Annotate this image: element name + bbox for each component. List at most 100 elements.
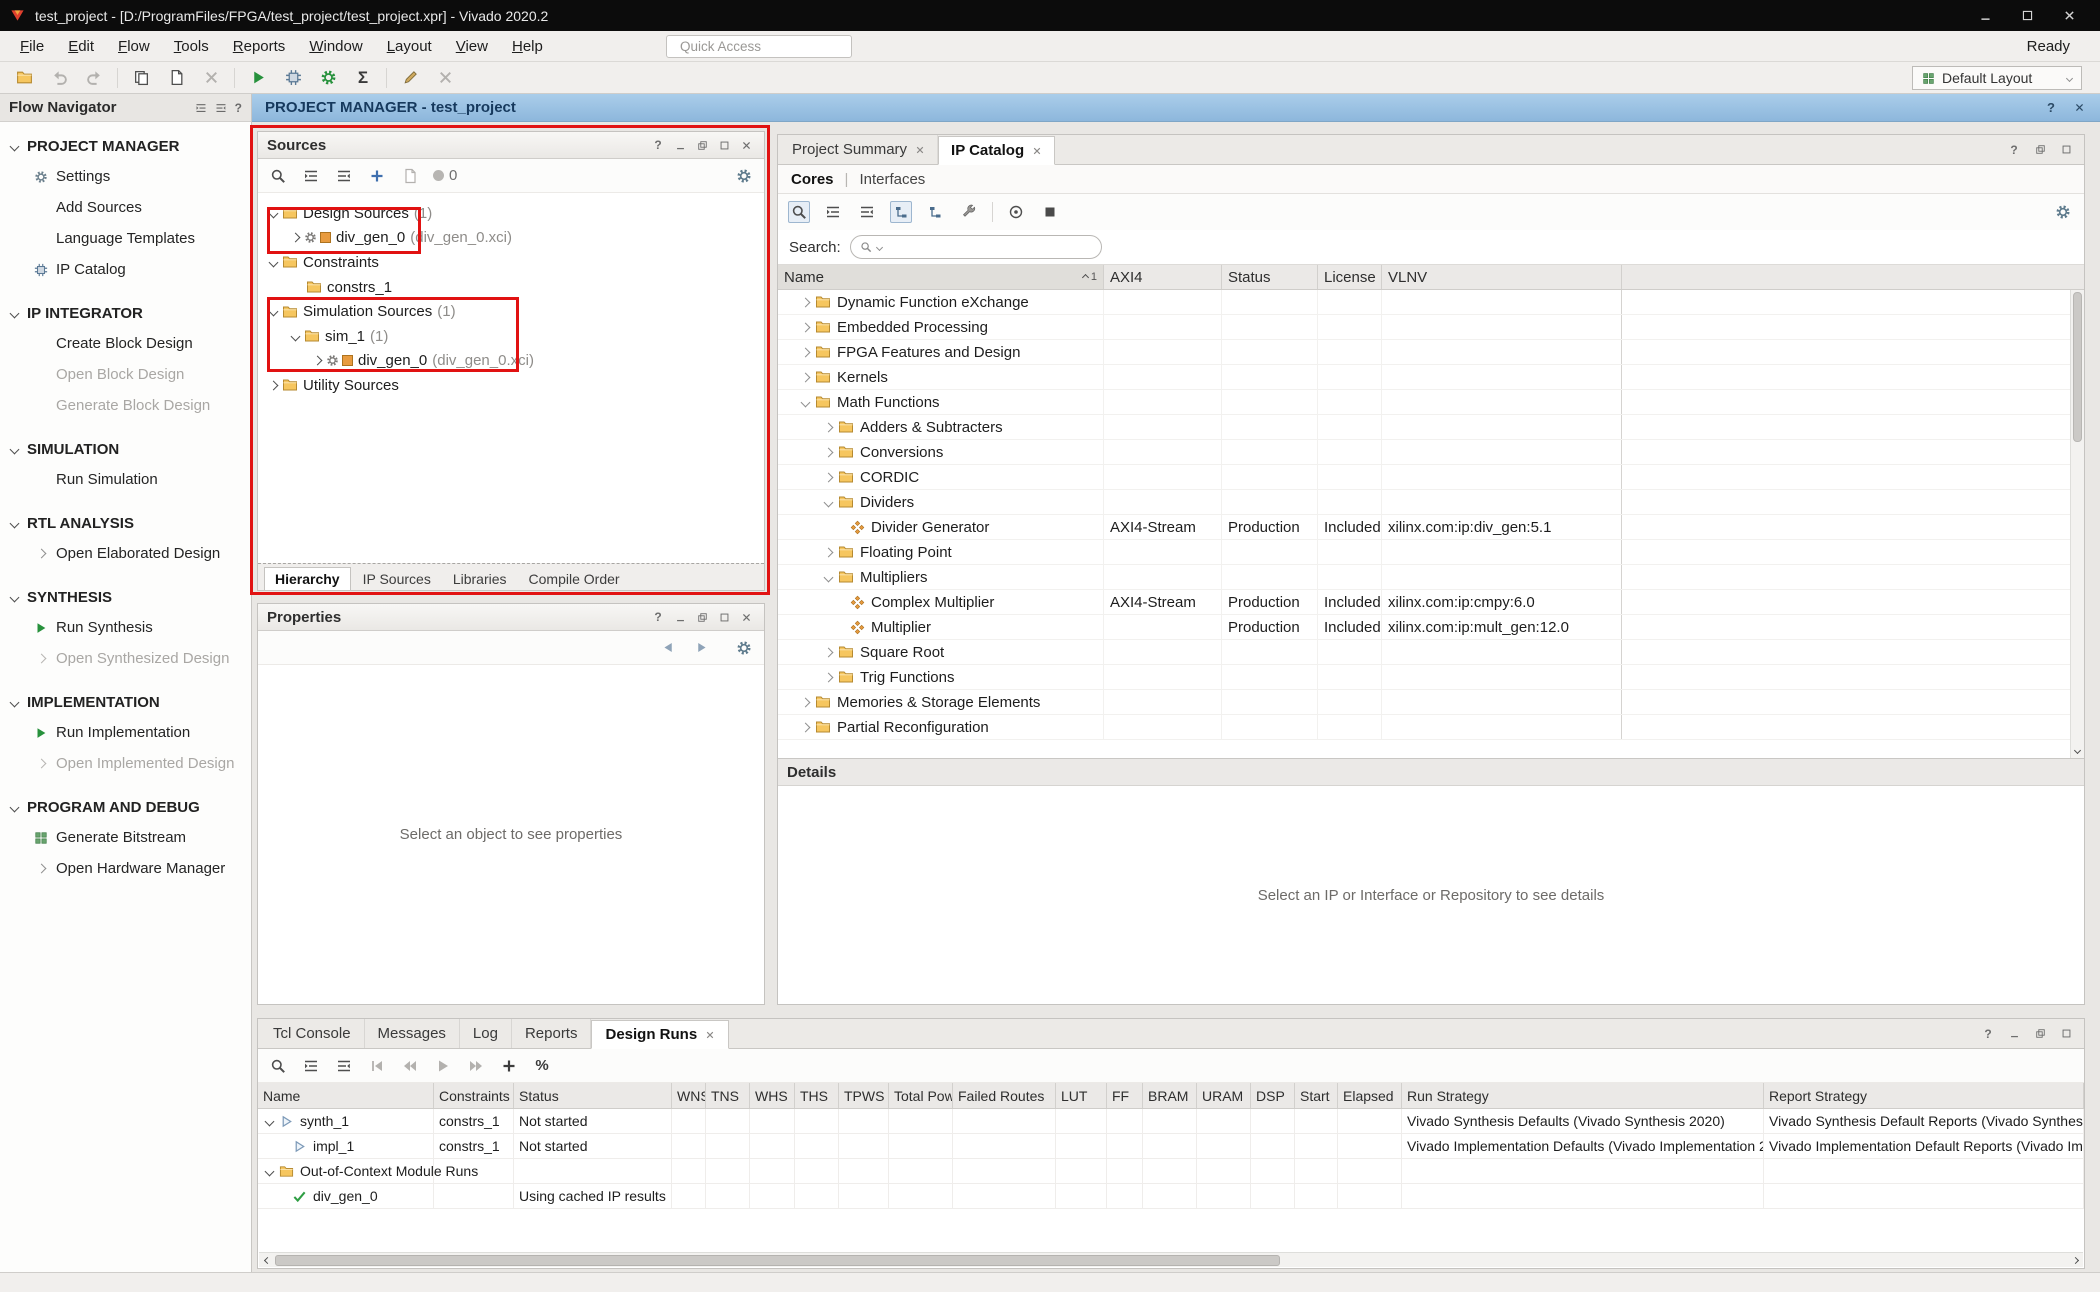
close-tab-icon[interactable] xyxy=(1032,146,1042,156)
repository-view-icon[interactable] xyxy=(924,201,946,223)
menu-edit[interactable]: Edit xyxy=(56,34,106,59)
column-header-axi4[interactable]: AXI4 xyxy=(1104,265,1222,289)
menu-flow[interactable]: Flow xyxy=(106,34,162,59)
tree-item-sim-div-gen-0[interactable]: div_gen_0 (div_gen_0.xci) xyxy=(258,349,764,374)
column-header-whs[interactable]: WHS xyxy=(750,1083,795,1108)
ip-block-icon[interactable] xyxy=(1039,201,1061,223)
collapse-all-icon[interactable] xyxy=(195,102,207,114)
context-help-button[interactable]: ? xyxy=(2043,100,2059,115)
program-device-button[interactable] xyxy=(281,66,305,90)
flow-section-header-ip-integrator[interactable]: IP INTEGRATOR xyxy=(0,299,251,328)
fast-back-icon[interactable] xyxy=(400,1056,420,1076)
add-sources-icon[interactable] xyxy=(367,166,387,186)
flow-section-header-project-manager[interactable]: PROJECT MANAGER xyxy=(0,132,251,161)
scrollbar-thumb[interactable] xyxy=(2073,292,2082,442)
scroll-right-arrow[interactable] xyxy=(2067,1253,2083,1268)
chevron-down-icon[interactable] xyxy=(265,1116,275,1126)
window-maximize-button[interactable] xyxy=(2006,0,2048,31)
expand-all-icon[interactable] xyxy=(215,102,227,114)
sidebar-item-language-templates[interactable]: Language Templates xyxy=(0,223,251,254)
horizontal-scrollbar[interactable] xyxy=(259,1252,2083,1267)
help-icon[interactable]: ? xyxy=(649,137,667,154)
column-header-status[interactable]: Status xyxy=(1222,265,1318,289)
ip-row-embedded-processing[interactable]: Embedded Processing xyxy=(778,315,2084,340)
catalog-scrollbar[interactable] xyxy=(2070,290,2084,758)
scroll-down-arrow[interactable] xyxy=(2071,744,2084,757)
maximize-icon[interactable] xyxy=(2057,141,2075,158)
column-header-status[interactable]: Status xyxy=(514,1083,672,1108)
flow-section-header-simulation[interactable]: SIMULATION xyxy=(0,435,251,464)
expand-all-icon[interactable] xyxy=(334,1056,354,1076)
chevron-down-icon[interactable] xyxy=(269,208,279,218)
help-icon[interactable]: ? xyxy=(1979,1025,1997,1042)
close-icon[interactable] xyxy=(737,609,755,626)
ip-row-kernels[interactable]: Kernels xyxy=(778,365,2084,390)
tree-item-simulation-sources[interactable]: Simulation Sources (1) xyxy=(258,299,764,324)
chevron-right-icon[interactable] xyxy=(801,297,811,307)
column-header-bram[interactable]: BRAM xyxy=(1143,1083,1197,1108)
column-header-vlnv[interactable]: VLNV xyxy=(1382,265,1622,289)
forward-arrow-icon[interactable] xyxy=(691,638,711,658)
create-run-icon[interactable] xyxy=(499,1056,519,1076)
column-header-tns[interactable]: TNS xyxy=(706,1083,750,1108)
context-close-button[interactable] xyxy=(2071,102,2087,113)
float-icon[interactable] xyxy=(2031,141,2049,158)
chevron-right-icon[interactable] xyxy=(824,647,834,657)
run-row-out-of-context[interactable]: Out-of-Context Module Runs xyxy=(258,1159,2084,1184)
ip-row-conversions[interactable]: Conversions xyxy=(778,440,2084,465)
chevron-down-icon[interactable] xyxy=(824,497,834,507)
search-icon[interactable] xyxy=(268,166,288,186)
tab-messages[interactable]: Messages xyxy=(365,1019,460,1048)
chevron-right-icon[interactable] xyxy=(801,322,811,332)
close-tab-icon[interactable] xyxy=(705,1030,715,1040)
menu-help[interactable]: Help xyxy=(500,34,555,59)
sidebar-item-run-simulation[interactable]: Run Simulation xyxy=(0,464,251,495)
run-row-impl-1[interactable]: impl_1 constrs_1 Not started Vivado Impl… xyxy=(258,1134,2084,1159)
scrollbar-track[interactable] xyxy=(275,1253,2067,1267)
close-tab-icon[interactable] xyxy=(915,145,925,155)
minimize-icon[interactable] xyxy=(671,609,689,626)
subtab-cores[interactable]: Cores xyxy=(791,171,834,188)
ip-row-complex-multiplier[interactable]: Complex Multiplier AXI4-Stream Productio… xyxy=(778,590,2084,615)
settings-button[interactable] xyxy=(316,66,340,90)
sidebar-item-settings[interactable]: Settings xyxy=(0,161,251,192)
tab-ip-sources[interactable]: IP Sources xyxy=(353,567,441,590)
chevron-right-icon[interactable] xyxy=(824,672,834,682)
column-header-start[interactable]: Start xyxy=(1295,1083,1338,1108)
chevron-right-icon[interactable] xyxy=(801,722,811,732)
tree-item-constrs-1[interactable]: constrs_1 xyxy=(258,275,764,300)
column-header-elapsed[interactable]: Elapsed xyxy=(1338,1083,1402,1108)
tab-libraries[interactable]: Libraries xyxy=(443,567,517,590)
open-project-button[interactable] xyxy=(12,66,36,90)
menu-reports[interactable]: Reports xyxy=(221,34,298,59)
open-file-icon[interactable] xyxy=(400,166,420,186)
collapse-all-icon[interactable] xyxy=(822,201,844,223)
redo-button[interactable] xyxy=(82,66,106,90)
chevron-right-icon[interactable] xyxy=(824,422,834,432)
sidebar-item-generate-block-design[interactable]: Generate Block Design xyxy=(0,390,251,421)
maximize-icon[interactable] xyxy=(2057,1025,2075,1042)
float-icon[interactable] xyxy=(693,609,711,626)
tree-item-sim-1[interactable]: sim_1 (1) xyxy=(258,324,764,349)
ip-row-cordic[interactable]: CORDIC xyxy=(778,465,2084,490)
column-header-failed-routes[interactable]: Failed Routes xyxy=(953,1083,1056,1108)
ip-row-partial-reconfiguration[interactable]: Partial Reconfiguration xyxy=(778,715,2084,740)
close-icon[interactable] xyxy=(737,137,755,154)
customize-ip-wrench-icon[interactable] xyxy=(958,201,980,223)
chevron-down-icon[interactable] xyxy=(801,397,811,407)
chevron-right-icon[interactable] xyxy=(824,547,834,557)
run-row-synth-1[interactable]: synth_1 constrs_1 Not started Vivado Syn… xyxy=(258,1109,2084,1134)
sidebar-item-generate-bitstream[interactable]: Generate Bitstream xyxy=(0,822,251,853)
tree-item-design-sources[interactable]: Design Sources (1) xyxy=(258,201,764,226)
chevron-down-icon[interactable] xyxy=(291,331,301,341)
search-icon[interactable] xyxy=(268,1056,288,1076)
back-arrow-icon[interactable] xyxy=(658,638,678,658)
column-header-total-power[interactable]: Total Power xyxy=(889,1083,953,1108)
tab-compile-order[interactable]: Compile Order xyxy=(519,567,630,590)
search-icon[interactable] xyxy=(788,201,810,223)
sidebar-item-open-elaborated-design[interactable]: Open Elaborated Design xyxy=(0,538,251,569)
column-header-uram[interactable]: URAM xyxy=(1197,1083,1251,1108)
sidebar-item-open-block-design[interactable]: Open Block Design xyxy=(0,359,251,390)
column-header-license[interactable]: License xyxy=(1318,265,1382,289)
flow-section-header-rtl-analysis[interactable]: RTL ANALYSIS xyxy=(0,509,251,538)
